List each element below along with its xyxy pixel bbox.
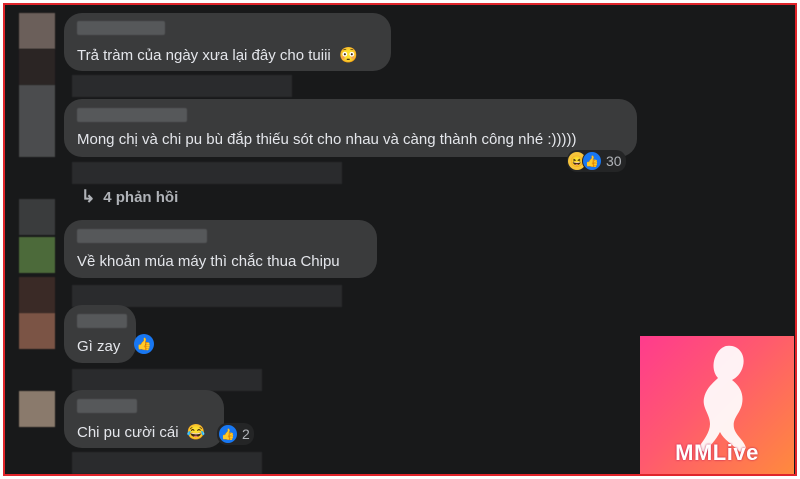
avatar[interactable]	[19, 391, 55, 427]
comment-bubble: Gì zay	[64, 305, 136, 363]
comment-bubble: Về khoản múa máy thì chắc thua Chipu	[64, 220, 377, 278]
reply-arrow-icon: ↳	[81, 187, 96, 206]
comments-screenshot: Trả tràm của ngày xưa lại đây cho tuiii …	[3, 3, 797, 476]
mmlive-logo: MMLive	[640, 336, 794, 474]
comment-actions[interactable]	[72, 452, 262, 474]
reaction-summary[interactable]: 😆 👍 30	[567, 150, 626, 172]
author-name[interactable]	[77, 108, 187, 122]
avatar	[19, 49, 55, 85]
replies-label: 4 phản hồi	[103, 188, 179, 206]
avatar[interactable]	[19, 313, 55, 349]
view-replies-link[interactable]: ↳ 4 phản hồi	[81, 187, 178, 207]
comment-actions[interactable]	[72, 285, 342, 307]
comment-text: Về khoản múa máy thì chắc thua Chipu	[77, 253, 340, 270]
reaction-count: 30	[606, 153, 622, 169]
comment-bubble: Mong chị và chi pu bù đắp thiếu sót cho …	[64, 99, 637, 157]
like-icon: 👍	[582, 151, 602, 171]
comment-actions[interactable]	[72, 369, 262, 391]
author-name[interactable]	[77, 229, 207, 243]
reaction-count: 2	[242, 426, 250, 442]
comment-text: Gì zay	[77, 338, 121, 355]
flushed-emoji: 😳	[338, 47, 358, 64]
avatar	[19, 199, 55, 235]
logo-text: MMLive	[675, 440, 759, 465]
like-icon: 👍	[218, 424, 238, 444]
comment-text: Chi pu cười cái	[77, 424, 179, 441]
avatar[interactable]	[19, 237, 55, 273]
avatar[interactable]	[19, 85, 55, 157]
comment-actions[interactable]	[72, 75, 292, 97]
author-name[interactable]	[77, 314, 127, 328]
like-icon[interactable]: 👍	[134, 334, 154, 354]
comment-bubble: Trả tràm của ngày xưa lại đây cho tuiii …	[64, 13, 391, 71]
comment-text: Mong chị và chi pu bù đắp thiếu sót cho …	[77, 131, 577, 148]
author-name[interactable]	[77, 399, 137, 413]
avatar[interactable]	[19, 13, 55, 49]
comment-text: Trả tràm của ngày xưa lại đây cho tuiii	[77, 47, 331, 64]
author-name[interactable]	[77, 21, 165, 35]
laughing-emoji: 😂	[186, 424, 206, 441]
reaction-summary[interactable]: 👍 2	[217, 423, 254, 445]
comment-bubble: Chi pu cười cái 😂	[64, 390, 224, 448]
comment-actions[interactable]	[72, 162, 342, 184]
avatar	[19, 277, 55, 313]
